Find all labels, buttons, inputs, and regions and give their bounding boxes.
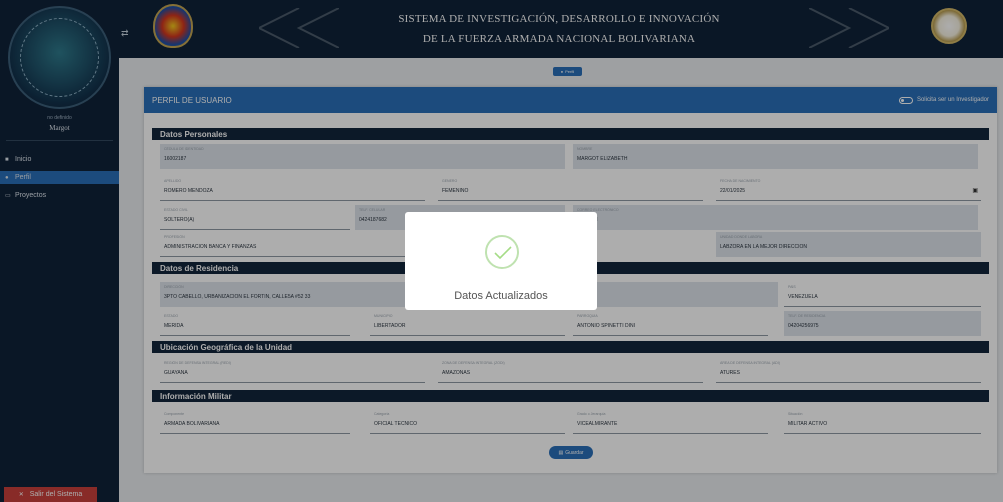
success-message: Datos Actualizados <box>454 290 548 302</box>
success-dialog: Datos Actualizados <box>405 212 597 310</box>
success-check-icon <box>485 235 519 269</box>
